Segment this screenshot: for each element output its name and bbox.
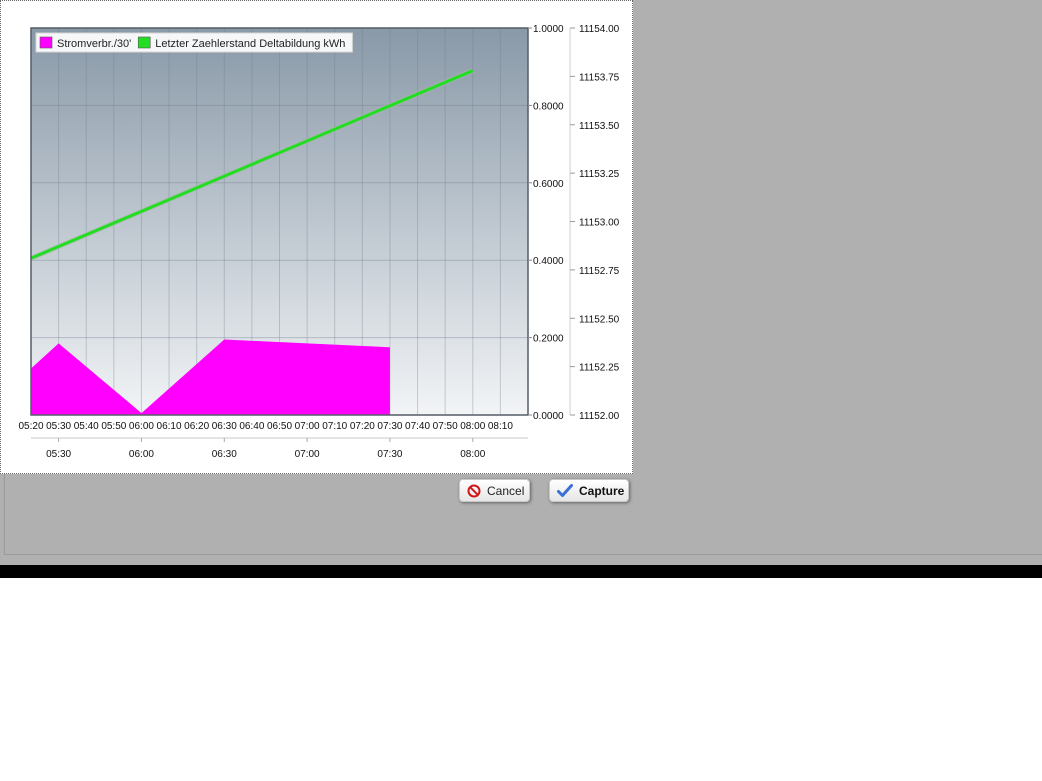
y-right-tick-label: 11154.00 — [579, 24, 620, 35]
x-tick-label: 05:40 — [74, 421, 99, 432]
x-tick-label: 07:50 — [433, 421, 458, 432]
y-left-tick-label: 1.0000 — [533, 24, 564, 35]
x-tick-label: 06:20 — [184, 421, 209, 432]
y-right-tick-label: 11152.00 — [579, 411, 620, 422]
y-right-tick-label: 11152.25 — [579, 363, 620, 374]
y-right-tick-label: 11153.00 — [579, 218, 620, 229]
navigator-tick-label: 08:00 — [460, 449, 485, 460]
navigator-tick-label: 06:30 — [212, 449, 237, 460]
x-tick-label: 05:50 — [101, 421, 126, 432]
cancel-icon — [467, 484, 481, 497]
y-right-tick-label: 11152.50 — [579, 314, 620, 325]
x-tick-label: 07:30 — [377, 421, 402, 432]
cancel-button[interactable]: Cancel — [459, 479, 530, 502]
legend: Stromverbr./30' Letzter Zaehlerstand Delt… — [35, 32, 353, 53]
y-left-tick-label: 0.8000 — [533, 101, 564, 112]
x-tick-label: 05:20 — [18, 421, 43, 432]
x-tick-label: 06:10 — [157, 421, 182, 432]
x-tick-label: 06:50 — [267, 421, 292, 432]
legend-swatch-power — [39, 36, 53, 49]
x-tick-label: 06:40 — [239, 421, 264, 432]
x-tick-label: 06:00 — [129, 421, 154, 432]
y-left-tick-label: 0.0000 — [533, 411, 564, 422]
legend-label-power: Stromverbr./30' — [57, 38, 131, 50]
navigator-tick-label: 07:30 — [377, 449, 402, 460]
x-tick-label: 08:10 — [488, 421, 513, 432]
y-left-tick-label: 0.2000 — [533, 334, 564, 345]
navigator-tick-label: 06:00 — [129, 449, 154, 460]
y-right-tick-label: 11153.25 — [579, 169, 620, 180]
x-tick-label: 08:00 — [460, 421, 485, 432]
y-right-tick-label: 11153.75 — [579, 72, 620, 83]
cancel-label: Cancel — [487, 483, 525, 498]
checkmark-icon — [557, 483, 573, 497]
capture-button[interactable]: Capture — [549, 479, 629, 502]
x-tick-label: 07:00 — [295, 421, 320, 432]
legend-label-meter: Letzter Zaehlerstand Deltabildung kWh — [155, 38, 345, 50]
x-tick-label: 06:30 — [212, 421, 237, 432]
chart-capture-panel: 05:20 05:30 05:40 05:50 06:00 06:10 06:20 06:30… — [0, 0, 633, 474]
legend-swatch-meter — [137, 36, 151, 49]
y-left-tick-label: 0.4000 — [533, 256, 564, 267]
navigator-tick-label: 05:30 — [46, 449, 71, 460]
x-tick-label: 07:40 — [405, 421, 430, 432]
y-right-tick-label: 11153.50 — [579, 121, 620, 132]
capture-label: Capture — [579, 483, 625, 498]
x-tick-label: 07:20 — [350, 421, 375, 432]
chart: 05:20 05:30 05:40 05:50 06:00 06:10 06:20 06:30… — [18, 24, 620, 460]
x-tick-label: 07:10 — [322, 421, 347, 432]
x-tick-label: 05:30 — [46, 421, 71, 432]
y-right-tick-label: 11152.75 — [579, 266, 620, 277]
black-bar — [0, 565, 1042, 578]
y-left-tick-label: 0.6000 — [533, 179, 564, 190]
navigator-tick-label: 07:00 — [295, 449, 320, 460]
